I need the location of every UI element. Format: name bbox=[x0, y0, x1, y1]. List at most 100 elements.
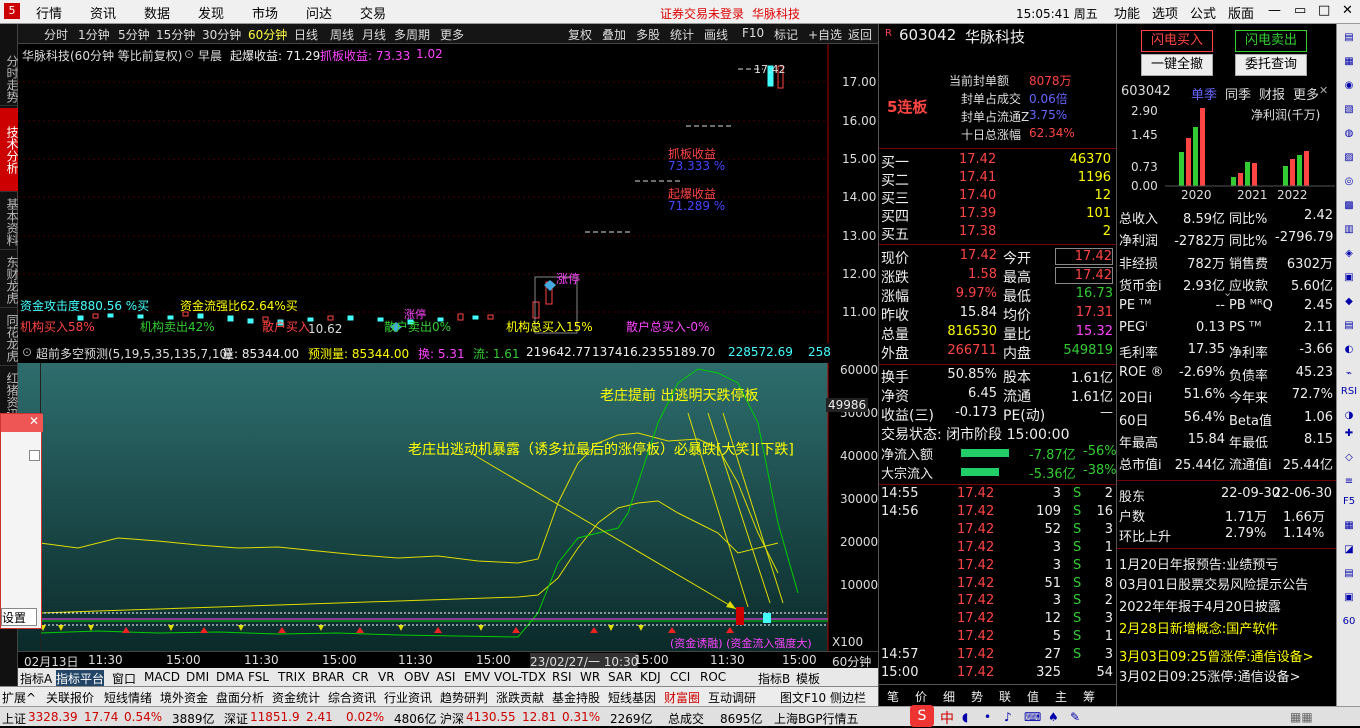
news-1[interactable]: 03月01日股票交易风险提示公告 bbox=[1119, 574, 1308, 593]
buy-price-3[interactable]: 17.39 bbox=[959, 206, 996, 221]
tool-huaxian[interactable]: 画线 bbox=[704, 26, 728, 43]
ind-18[interactable]: KDJ bbox=[640, 670, 661, 684]
rt-icon-12[interactable]: ▤ bbox=[1340, 318, 1358, 334]
ind-20[interactable]: ROC bbox=[700, 670, 726, 684]
func-1[interactable]: 关联报价 bbox=[46, 689, 94, 706]
ind-5[interactable]: DMA bbox=[216, 670, 244, 684]
func-5[interactable]: 资金统计 bbox=[272, 689, 320, 706]
fin-expand-icon[interactable]: ⌄ bbox=[1223, 286, 1232, 299]
rt-icon-6[interactable]: ◎ bbox=[1340, 174, 1358, 190]
tool-zixuan[interactable]: +自选 bbox=[808, 26, 842, 43]
nav-jiben[interactable]: 基本资料 bbox=[0, 194, 19, 250]
buy-price-2[interactable]: 17.40 bbox=[959, 188, 996, 203]
fin-tab-2[interactable]: 财报 bbox=[1259, 84, 1285, 103]
news-3[interactable]: 2月28日新增概念:国产软件 bbox=[1119, 618, 1278, 637]
ind-3[interactable]: MACD bbox=[144, 670, 180, 684]
tool-duogu[interactable]: 多股 bbox=[636, 26, 660, 43]
menu-gongshi[interactable]: 公式 bbox=[1190, 3, 1216, 22]
ind-11[interactable]: OBV bbox=[404, 670, 430, 684]
func-7[interactable]: 行业资讯 bbox=[384, 689, 432, 706]
ind-0[interactable]: 指标A bbox=[20, 670, 52, 687]
func-9[interactable]: 涨跌贡献 bbox=[496, 689, 544, 706]
minimize-icon[interactable]: — bbox=[1268, 3, 1281, 18]
period-5min[interactable]: 5分钟 bbox=[118, 26, 150, 43]
tool-f10[interactable]: F10 bbox=[742, 26, 764, 40]
ind-15[interactable]: RSI bbox=[552, 670, 572, 684]
tool-tongji[interactable]: 统计 bbox=[670, 26, 694, 43]
ind-4[interactable]: DMI bbox=[186, 670, 209, 684]
rt-icon-7[interactable]: ▩ bbox=[1340, 198, 1358, 214]
cancel-all-button[interactable]: 一键全撤 bbox=[1141, 54, 1213, 76]
period-week[interactable]: 周线 bbox=[330, 26, 354, 43]
qtab-5[interactable]: 值 bbox=[1027, 688, 1039, 705]
func-14[interactable]: 图文F10 bbox=[780, 689, 826, 706]
ind-9[interactable]: CR bbox=[352, 670, 369, 684]
rt-icon-11[interactable]: ◆ bbox=[1340, 294, 1358, 310]
rt-icon-18[interactable]: ◇ bbox=[1340, 450, 1358, 466]
ind-17[interactable]: SAR bbox=[608, 670, 632, 684]
moon-icon[interactable]: ◖ bbox=[962, 710, 968, 724]
flash-sell-button[interactable]: 闪电卖出 bbox=[1235, 30, 1307, 52]
qtab-1[interactable]: 价 bbox=[915, 688, 927, 705]
ind-8[interactable]: BRAR bbox=[312, 670, 345, 684]
nav-fenshi[interactable]: 分时走势 bbox=[0, 52, 19, 106]
buy-price-4[interactable]: 17.38 bbox=[959, 224, 996, 239]
fin-tab-0[interactable]: 单季 bbox=[1191, 84, 1217, 103]
qtab-7[interactable]: 筹 bbox=[1083, 688, 1095, 705]
f5-icon[interactable]: F5 bbox=[1340, 494, 1358, 510]
ind-21[interactable]: 指标B bbox=[758, 670, 790, 687]
close-icon[interactable]: ✕ bbox=[1342, 3, 1353, 18]
menu-zixun[interactable]: 资讯 bbox=[90, 3, 116, 22]
ind-13[interactable]: EMV bbox=[464, 670, 490, 684]
maximize-icon[interactable]: □ bbox=[1318, 3, 1330, 18]
buy-price-0[interactable]: 17.42 bbox=[959, 152, 996, 167]
ind-2[interactable]: 窗口 bbox=[112, 670, 136, 687]
rt-icon-0[interactable]: ▤ bbox=[1340, 30, 1358, 46]
rt-icon-21[interactable]: ▦ bbox=[1340, 518, 1358, 534]
qtab-2[interactable]: 细 bbox=[943, 688, 955, 705]
popup-close-icon[interactable]: ✕ bbox=[1, 414, 43, 432]
nav-dongcai[interactable]: 东财龙虎 bbox=[0, 252, 19, 308]
period-15min[interactable]: 15分钟 bbox=[156, 26, 195, 43]
sub-toggle-icon[interactable]: ⊙ bbox=[22, 345, 32, 359]
rt-icon-24[interactable]: ▣ bbox=[1340, 590, 1358, 606]
menu-shichang[interactable]: 市场 bbox=[252, 3, 278, 22]
func-2[interactable]: 短线情绪 bbox=[104, 689, 152, 706]
tray-icon[interactable]: ▦▦ bbox=[1290, 710, 1313, 724]
news-5[interactable]: 3月02日09:25涨停:通信设备> bbox=[1119, 666, 1301, 685]
ime-lang[interactable]: 中 bbox=[940, 708, 954, 728]
ime-logo-icon[interactable]: S bbox=[910, 705, 934, 727]
func-3[interactable]: 境外资金 bbox=[160, 689, 208, 706]
tool-fuquan[interactable]: 复权 bbox=[568, 26, 592, 43]
menu-jiaoyi[interactable]: 交易 bbox=[360, 3, 386, 22]
period-60min[interactable]: 60分钟 bbox=[248, 26, 287, 43]
func-13[interactable]: 互动调研 bbox=[708, 689, 756, 706]
ind-22[interactable]: 模板 bbox=[796, 670, 820, 687]
menu-shuju[interactable]: 数据 bbox=[144, 3, 170, 22]
tool-fanhui[interactable]: 返回 bbox=[848, 26, 872, 43]
ind-19[interactable]: CCI bbox=[670, 670, 690, 684]
fin-tab-3[interactable]: 更多 bbox=[1293, 84, 1319, 103]
rt-icon-16[interactable]: ◑ bbox=[1340, 408, 1358, 424]
func-12[interactable]: 财富圈 bbox=[664, 689, 700, 706]
fin-close-icon[interactable]: ✕ bbox=[1319, 84, 1328, 97]
period-day[interactable]: 日线 bbox=[294, 26, 318, 43]
order-query-button[interactable]: 委托查询 bbox=[1235, 54, 1307, 76]
period-multi[interactable]: 多周期 bbox=[394, 26, 430, 43]
mic-icon[interactable]: ♪ bbox=[1004, 710, 1012, 724]
rt-icon-22[interactable]: ◪ bbox=[1340, 542, 1358, 558]
func-0[interactable]: 扩展^ bbox=[2, 689, 36, 706]
skin-icon[interactable]: ♠ bbox=[1048, 710, 1059, 724]
rt-icon-9[interactable]: ◈ bbox=[1340, 246, 1358, 262]
keyboard-icon[interactable]: ⌨ bbox=[1024, 710, 1041, 724]
news-2[interactable]: 2022年年报于4月20日披露 bbox=[1119, 596, 1281, 615]
menu-wenda[interactable]: 问达 bbox=[306, 3, 332, 22]
menu-banmian[interactable]: 版面 bbox=[1228, 3, 1254, 22]
rt-icon-1[interactable]: ▦ bbox=[1340, 54, 1358, 70]
tools-icon[interactable]: ✎ bbox=[1070, 710, 1080, 724]
qtab-6[interactable]: 主 bbox=[1055, 688, 1067, 705]
ind-7[interactable]: TRIX bbox=[278, 670, 305, 684]
rt-icon-19[interactable]: ≡ bbox=[1340, 474, 1358, 490]
rt-icon-4[interactable]: ◍ bbox=[1340, 126, 1358, 142]
buy-price-1[interactable]: 17.41 bbox=[959, 170, 996, 185]
